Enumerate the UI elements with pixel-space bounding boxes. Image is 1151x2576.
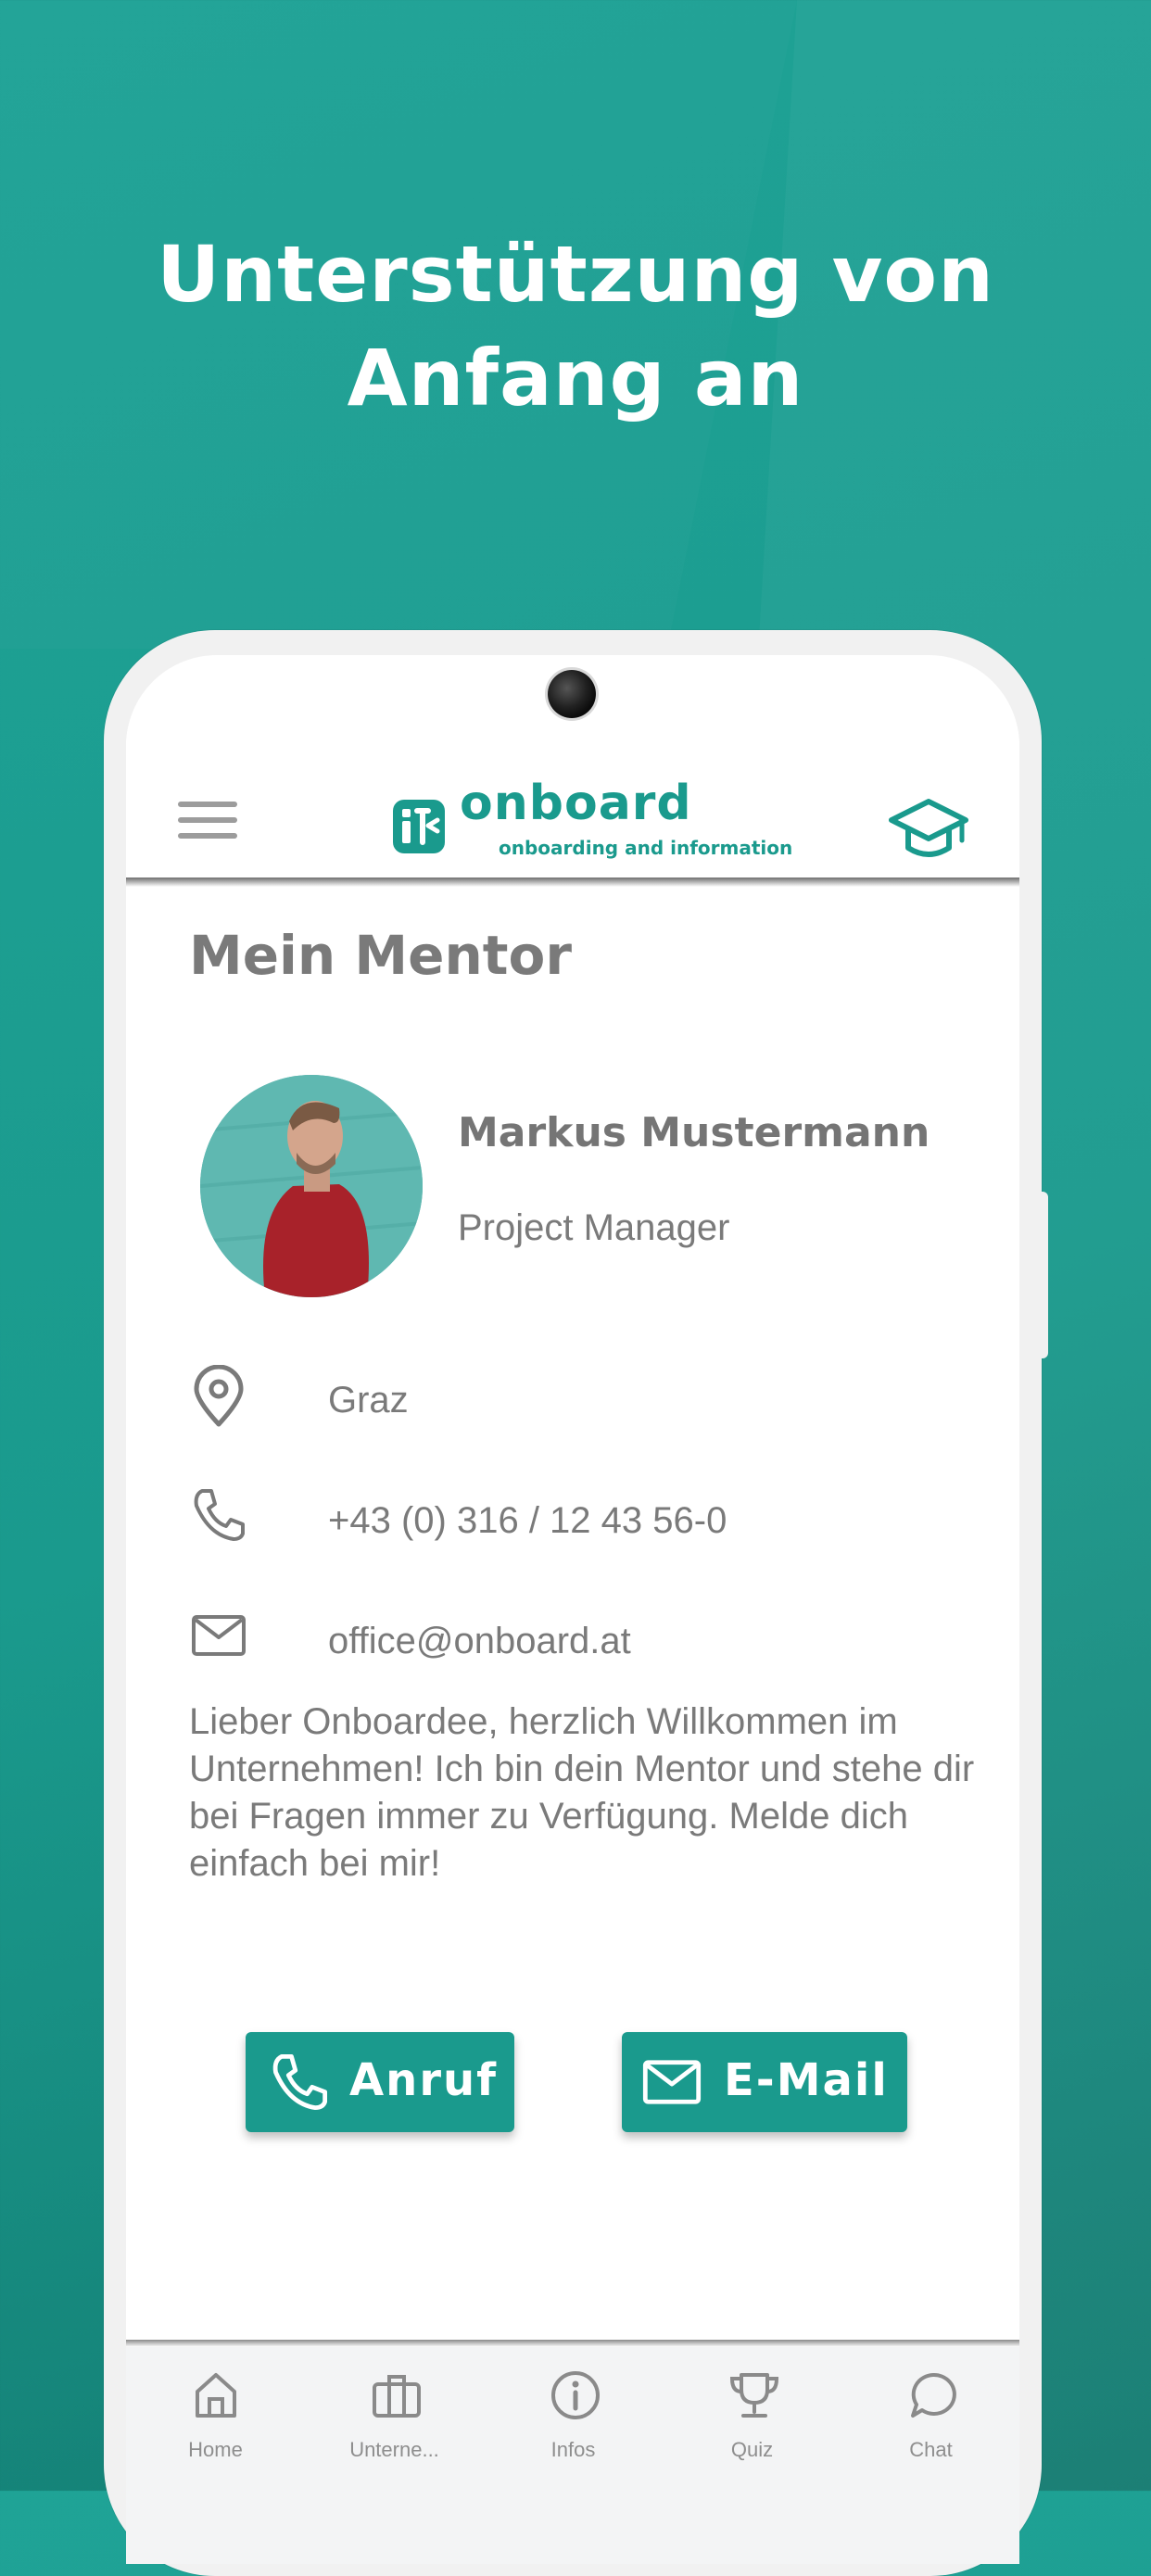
info-icon xyxy=(551,2371,600,2419)
mentor-role: Project Manager xyxy=(458,1207,730,1248)
email-button[interactable]: E-Mail xyxy=(622,2032,907,2132)
logo-wordmark: onboard xyxy=(460,776,692,831)
nav-item-company[interactable]: Unterne... xyxy=(305,2347,484,2486)
email-button-label: E-Mail xyxy=(724,2054,889,2106)
nav-label-company: Unterne... xyxy=(349,2438,439,2461)
mentor-avatar xyxy=(200,1075,423,1297)
nav-item-infos[interactable]: Infos xyxy=(484,2347,663,2486)
mentor-photo xyxy=(200,1075,423,1297)
logo-subtitle: onboarding and information xyxy=(499,837,793,859)
nav-label-chat: Chat xyxy=(909,2438,953,2461)
bottom-navigation: Home Unterne... Infos Quiz Chat xyxy=(126,2347,1019,2564)
phone-screen: onboard onboarding and information Mein … xyxy=(126,655,1019,2564)
nav-label-home: Home xyxy=(188,2438,243,2461)
nav-divider xyxy=(126,2340,1019,2347)
home-icon xyxy=(196,2373,236,2418)
phone-icon xyxy=(194,1489,245,1541)
header-shadow xyxy=(126,878,1019,887)
trophy-icon xyxy=(729,2373,779,2418)
phone-side-button xyxy=(1037,1192,1048,1358)
nav-label-infos: Infos xyxy=(550,2438,596,2461)
front-camera xyxy=(548,670,596,718)
mentor-name: Markus Mustermann xyxy=(458,1109,930,1156)
app-logo: onboard onboarding and information xyxy=(391,776,792,865)
headline-line-1: Unterstützung von xyxy=(157,229,994,320)
email-icon xyxy=(642,2060,702,2104)
email-address-text[interactable]: office@onboard.at xyxy=(328,1621,631,1662)
call-button-label: Anruf xyxy=(349,2054,499,2106)
menu-button[interactable] xyxy=(178,802,237,846)
nav-label-quiz: Quiz xyxy=(730,2438,774,2461)
app-header: onboard onboarding and information xyxy=(126,729,1019,885)
location-row: Graz xyxy=(189,1365,986,1439)
phone-icon xyxy=(272,2053,328,2111)
email-icon xyxy=(192,1615,246,1656)
location-text: Graz xyxy=(328,1380,409,1421)
nav-item-chat[interactable]: Chat xyxy=(841,2347,1019,2486)
phone-number-text[interactable]: +43 (0) 316 / 12 43 56-0 xyxy=(328,1500,727,1542)
briefcase-icon xyxy=(373,2375,421,2418)
location-pin-icon xyxy=(194,1365,244,1427)
nav-item-home[interactable]: Home xyxy=(126,2347,305,2486)
phone-row[interactable]: +43 (0) 316 / 12 43 56-0 xyxy=(189,1485,986,1559)
logo-icon xyxy=(393,800,445,853)
graduation-cap-icon xyxy=(889,799,968,857)
chat-icon xyxy=(911,2372,956,2418)
email-row[interactable]: office@onboard.at xyxy=(189,1606,986,1680)
menu-icon-bar xyxy=(178,802,237,807)
nav-item-quiz[interactable]: Quiz xyxy=(663,2347,841,2486)
headline-line-2: Anfang an xyxy=(347,333,804,423)
menu-icon-bar xyxy=(178,817,237,823)
menu-icon-bar xyxy=(178,833,237,839)
page-title: Mein Mentor xyxy=(189,924,572,987)
academy-button[interactable] xyxy=(888,792,969,866)
promo-headline: Unterstützung von Anfang an xyxy=(0,222,1151,430)
call-button[interactable]: Anruf xyxy=(246,2032,514,2132)
mentor-message: Lieber Onboardee, herzlich Willkommen im… xyxy=(189,1701,975,1884)
